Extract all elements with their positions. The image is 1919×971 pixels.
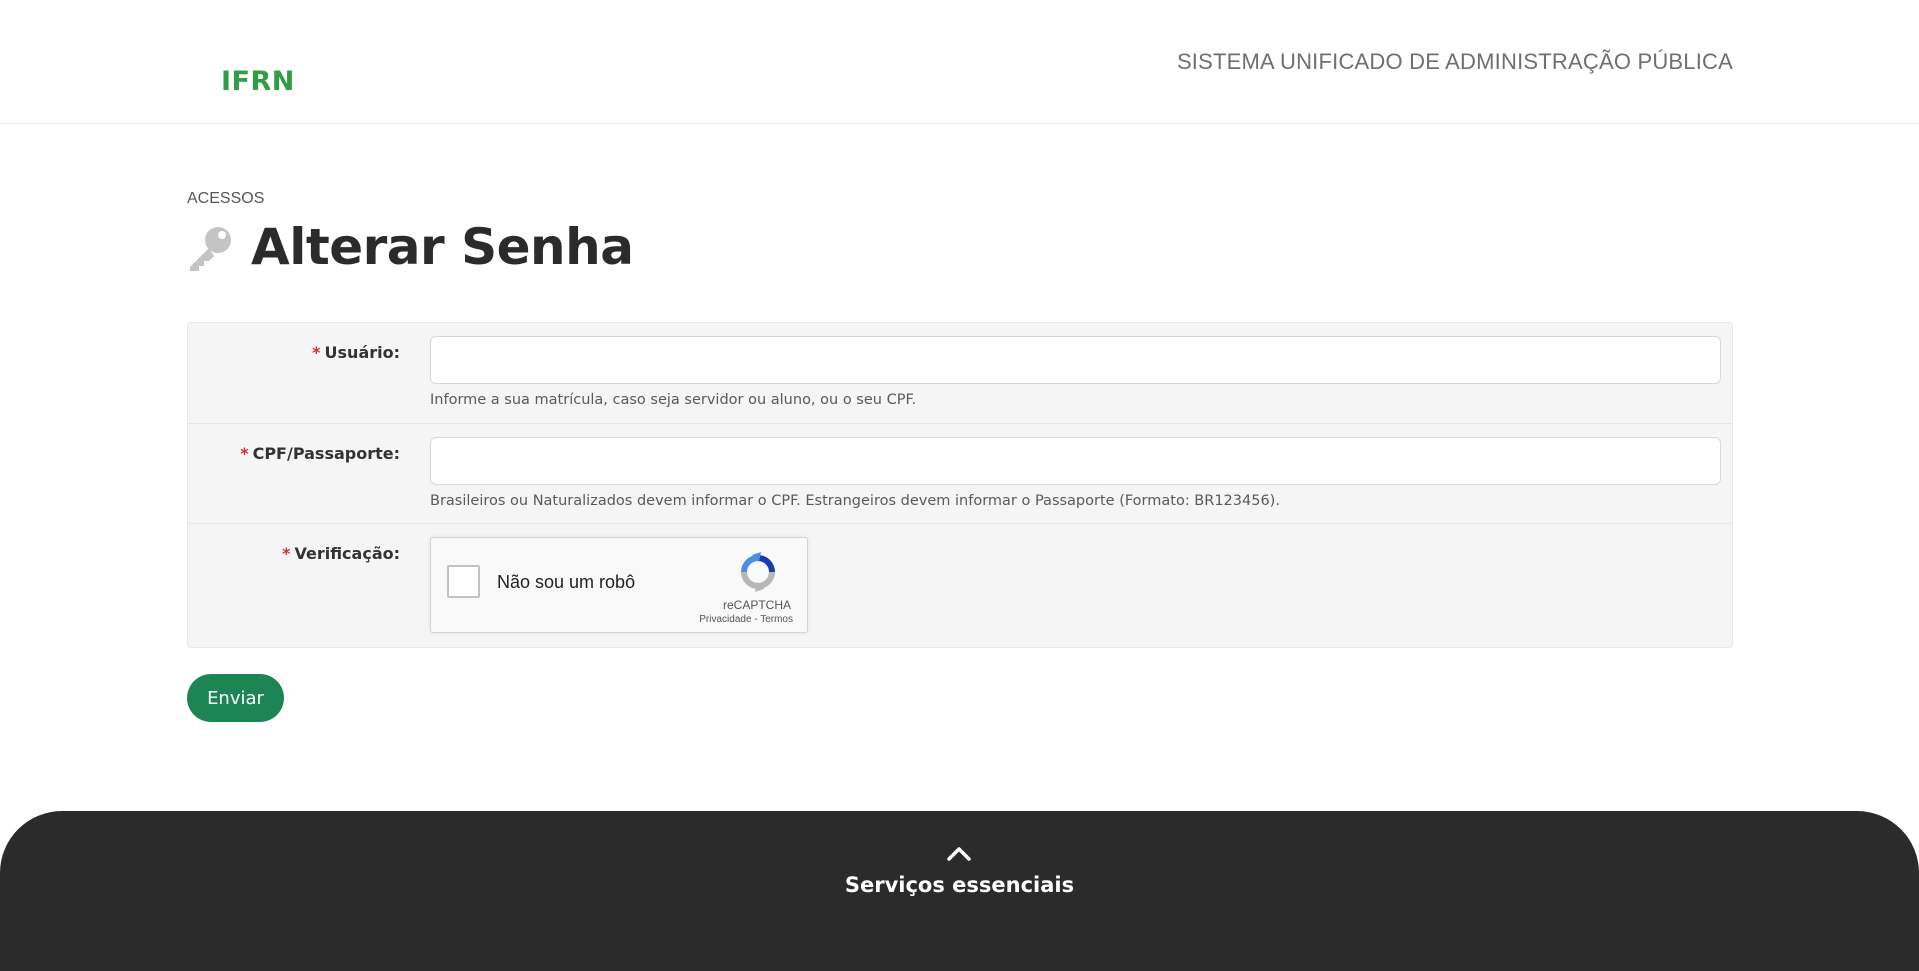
recaptcha-logo-icon <box>737 551 779 593</box>
page-title-text: Alterar Senha <box>251 218 634 276</box>
enviar-button[interactable]: Enviar <box>187 674 284 722</box>
required-mark: * <box>312 343 321 362</box>
site-header: IFRN SISTEMA UNIFICADO DE ADMINISTRAÇÃO … <box>0 0 1919 124</box>
form-row-verificacao: * Verificação: Não sou um robô reCAPTCHA … <box>188 524 1732 648</box>
usuario-label: * Usuário: <box>312 343 400 362</box>
breadcrumb[interactable]: ACESSOS <box>187 190 264 208</box>
recaptcha-widget: Não sou um robô reCAPTCHA Privacidade - … <box>430 537 808 633</box>
cpf-passaporte-input[interactable] <box>430 437 1721 485</box>
footer-essential-services: Serviços essenciais <box>0 811 1919 971</box>
form-row-usuario: * Usuário: Informe a sua matrícula, caso … <box>188 323 1732 424</box>
system-title: SISTEMA UNIFICADO DE ADMINISTRAÇÃO PÚBLI… <box>1176 49 1733 74</box>
form-row-cpf: * CPF/Passaporte: Brasileiros ou Naturali… <box>188 424 1732 524</box>
key-icon <box>187 222 237 272</box>
cpf-help-text: Brasileiros ou Naturalizados devem infor… <box>430 493 1280 509</box>
required-mark: * <box>240 444 249 463</box>
cpf-label: * CPF/Passaporte: <box>240 444 400 463</box>
footer-title[interactable]: Serviços essenciais <box>0 873 1919 897</box>
ifrn-logo[interactable]: IFRN <box>221 66 295 97</box>
required-mark: * <box>282 544 291 563</box>
usuario-help-text: Informe a sua matrícula, caso seja servi… <box>430 392 917 408</box>
recaptcha-label: Não sou um robô <box>497 572 636 592</box>
cpf-label-text: CPF/Passaporte: <box>252 444 400 463</box>
recaptcha-brand: reCAPTCHA <box>722 598 791 612</box>
usuario-input[interactable] <box>430 336 1721 384</box>
verificacao-label: * Verificação: <box>282 544 400 563</box>
page-title: Alterar Senha <box>187 218 634 276</box>
usuario-label-text: Usuário: <box>324 343 400 362</box>
recaptcha-privacy-terms-links[interactable]: Privacidade - Termos <box>699 614 793 625</box>
recaptcha-checkbox[interactable] <box>447 565 480 598</box>
change-password-form: * Usuário: Informe a sua matrícula, caso … <box>187 322 1733 648</box>
verificacao-label-text: Verificação: <box>294 544 400 563</box>
chevron-up-icon[interactable] <box>946 844 972 862</box>
